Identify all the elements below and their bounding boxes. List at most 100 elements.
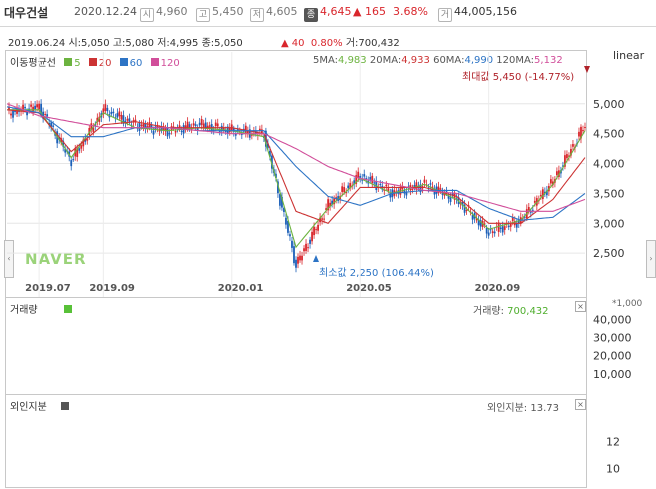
candle-body [303, 248, 305, 252]
candle-body [14, 110, 16, 112]
candle-body [423, 179, 426, 183]
candle-body [429, 183, 432, 185]
candle-body [566, 154, 568, 159]
x-tick-label: 2020.01 [218, 283, 264, 294]
price-tick-label: 4,500 [593, 128, 625, 141]
candle-body [439, 188, 442, 190]
candle-body [509, 223, 512, 227]
foreign-close-button[interactable]: × [575, 399, 586, 410]
candle-body [202, 123, 205, 128]
candle-body [30, 104, 32, 107]
candle-body [104, 104, 107, 111]
candle-body [582, 130, 584, 132]
candle-body [301, 255, 303, 261]
candle-body [180, 130, 183, 132]
candle-body [533, 200, 536, 203]
candle-body [198, 122, 201, 126]
candle-body [313, 226, 315, 236]
candle-body [471, 215, 474, 220]
candle-body [491, 231, 494, 234]
candle-body [26, 111, 28, 116]
candle-body [387, 188, 390, 191]
foreign-value: 외인지분: 13.73 [487, 403, 559, 414]
candle-body [497, 222, 500, 232]
candle-body [373, 182, 376, 184]
candle-body [297, 256, 299, 264]
candle-body [299, 255, 301, 261]
candle-body [289, 234, 291, 237]
candle-body [24, 106, 26, 109]
candle-body [32, 106, 34, 112]
candle-body [507, 225, 510, 228]
candle-body [485, 227, 488, 234]
volume-tick-label: 30,000 [593, 331, 632, 344]
volume-title: 거래량 [10, 301, 74, 316]
candle-body [10, 113, 12, 116]
candle-body [291, 240, 293, 248]
candle-body [323, 218, 325, 220]
candle-body [295, 259, 297, 268]
candle-body [578, 131, 580, 137]
candle-body [285, 217, 287, 225]
min-marker-icon [313, 255, 319, 262]
candle-body [46, 114, 49, 117]
candle-body [208, 125, 211, 127]
x-tick-label: 2020.09 [475, 283, 521, 294]
candle-body [465, 209, 468, 211]
foreign-tick-label: 12 [606, 436, 620, 449]
candle-body [244, 125, 247, 133]
candle-body [572, 144, 574, 147]
candle-body [539, 194, 542, 197]
candle-body [315, 229, 317, 231]
candle-body [106, 107, 109, 112]
candle-body [321, 218, 323, 220]
candle-body [142, 123, 145, 128]
ma-line-120 [6, 103, 586, 212]
candle-body [501, 226, 504, 233]
candle-body [499, 227, 502, 230]
candle-body [343, 187, 346, 193]
candle-body [503, 226, 506, 230]
candle-body [405, 192, 408, 196]
candle-body [86, 139, 89, 141]
candle-body [369, 176, 372, 180]
price-tick-label: 4,000 [593, 158, 625, 171]
candle-body [188, 124, 191, 128]
candle-body [38, 103, 41, 110]
price-tick-label: 2,500 [593, 247, 625, 260]
candle-body [489, 229, 492, 231]
candle-body [385, 184, 388, 187]
candle-body [194, 124, 197, 127]
candle-body [52, 125, 55, 127]
candle-body [311, 231, 313, 242]
foreign-title: 외인지분 [10, 398, 71, 413]
candle-body [293, 246, 295, 264]
candle-body [347, 185, 350, 189]
candle-body [216, 123, 219, 127]
foreign-tick-label: 10 [606, 463, 620, 476]
candle-body [493, 231, 496, 234]
candle-body [371, 175, 374, 184]
candle-body [72, 159, 75, 161]
volume-tick-label: 20,000 [593, 350, 632, 363]
candle-body [449, 197, 452, 202]
candle-body [200, 119, 203, 125]
candle-body [584, 127, 586, 129]
candle-body [12, 110, 14, 118]
max-marker-icon [584, 66, 590, 73]
candle-body [359, 176, 362, 178]
candle-body [128, 118, 131, 123]
candle-body [126, 118, 129, 121]
volume-close-button[interactable]: × [575, 301, 586, 312]
volume-tick-label: 10,000 [593, 368, 632, 381]
candle-body [549, 179, 552, 184]
candle-body [112, 111, 115, 113]
candle-body [411, 189, 414, 191]
candle-body [44, 114, 47, 116]
candle-body [168, 133, 171, 135]
candle-body [214, 122, 217, 127]
candle-body [152, 130, 155, 135]
candle-body [305, 243, 307, 251]
candle-body [110, 111, 113, 115]
candle-body [487, 232, 490, 236]
